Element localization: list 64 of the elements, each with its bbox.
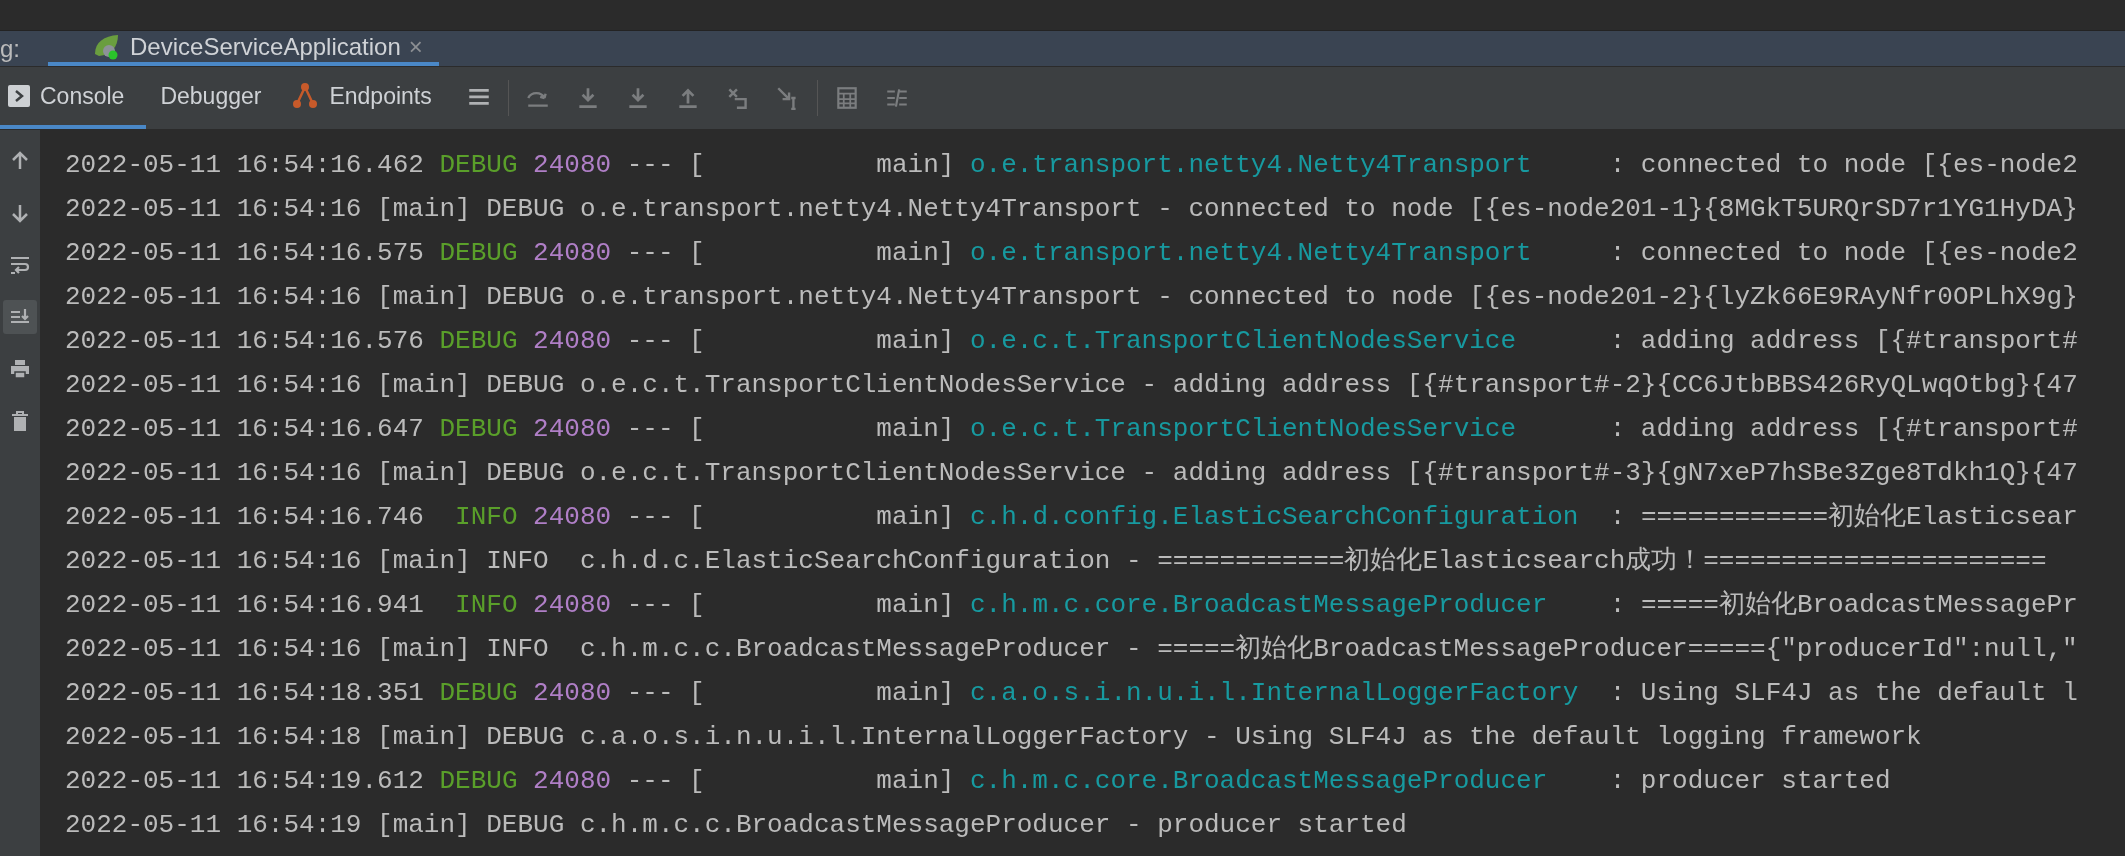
tool-tab[interactable]: Debugger [146, 67, 284, 129]
process-id: 24080 [533, 237, 612, 270]
log-level: INFO [455, 501, 518, 534]
log-text: 2022-05-11 16:54:18 [main] DEBUG c.a.o.s.i.n.u.i.l.InternalLoggerFactory - Using SLF4J as the default logging framework [65, 721, 1922, 754]
log-text: 2022-05-11 16:54:16 [main] DEBUG o.e.transport.netty4.Netty4Transport - connected to node [{es-node201-1}{8MGkT5URQrSD7r1YG1HyDA} [65, 193, 2078, 226]
log-text: : connected to node [{es-node2 [1608, 237, 2078, 270]
process-id: 24080 [533, 589, 612, 622]
log-text: : adding address [{#transport# [1608, 325, 2078, 358]
panel-label: g: [0, 34, 21, 63]
endpoints-icon [291, 82, 320, 110]
logger-name: o.e.transport.netty4.Netty4Transport [969, 237, 1532, 270]
log-level: INFO [455, 589, 518, 622]
log-text: 2022-05-11 16:54:16.575 [65, 237, 425, 270]
log-text: : adding address [{#transport# [1608, 413, 2078, 446]
scroll-end-button[interactable] [3, 300, 37, 334]
log-text: : connected to node [{es-node2 [1608, 149, 2078, 182]
log-text: 2022-05-11 16:54:19.612 [65, 765, 425, 798]
log-text: 2022-05-11 16:54:16.647 [65, 413, 425, 446]
logger-name: o.e.c.t.TransportClientNodesService [969, 413, 1517, 446]
logger-name: o.e.transport.netty4.Netty4Transport [969, 149, 1532, 182]
log-text: 2022-05-11 16:54:16 [main] DEBUG o.e.c.t.TransportClientNodesService - adding address [{#transport#-3}{gN7xeP7hSBe3Zge8Tdkh1Q}{47 [65, 457, 2078, 490]
logger-name: o.e.c.t.TransportClientNodesService [969, 325, 1517, 358]
process-id: 24080 [533, 413, 612, 446]
log-level: DEBUG [439, 413, 518, 446]
print-icon [8, 357, 32, 381]
process-id: 24080 [533, 149, 612, 182]
tool-tab[interactable]: Console [0, 67, 147, 129]
log-text: 2022-05-11 16:54:16.462 [65, 149, 425, 182]
logger-name: c.a.o.s.i.n.u.i.l.InternalLoggerFactory [969, 677, 1579, 710]
log-text: 2022-05-11 16:54:16.576 [65, 325, 425, 358]
log-text: 2022-05-11 16:54:18.351 [65, 677, 425, 710]
log-text: 2022-05-11 16:54:16.746 [65, 501, 425, 534]
log-text: --- [ main] [625, 677, 956, 710]
logger-name: c.h.m.c.core.BroadcastMessageProducer [969, 765, 1548, 798]
log-text: 2022-05-11 16:54:16 [main] INFO c.h.m.c.c.BroadcastMessageProducer - =====初始化BroadcastMessageProducer====={"producerId":null," [65, 633, 2078, 666]
log-text: 2022-05-11 16:54:19 [main] DEBUG c.h.m.c.c.BroadcastMessageProducer - producer started [65, 809, 1407, 842]
log-text: 2022-05-11 16:54:16 [main] DEBUG o.e.transport.netty4.Netty4Transport - connected to node [{es-node201-2}{lyZk66E9RAyNfr0OPLhX9g} [65, 281, 2078, 314]
log-level: DEBUG [439, 325, 518, 358]
log-text: --- [ main] [625, 237, 956, 270]
logger-name: c.h.m.c.core.BroadcastMessageProducer [969, 589, 1548, 622]
log-text: : Using SLF4J as the default l [1608, 677, 2078, 710]
process-id: 24080 [533, 765, 612, 798]
log-text: : producer started [1608, 765, 1891, 798]
log-text: : ============初始化Elasticsear [1608, 501, 2078, 534]
log-text: --- [ main] [625, 325, 956, 358]
tool-tab[interactable]: Endpoints [283, 67, 454, 129]
log-text: --- [ main] [625, 589, 956, 622]
log-text: : =====初始化BroadcastMessagePr [1608, 589, 2078, 622]
log-text: 2022-05-11 16:54:16 [main] DEBUG o.e.c.t.TransportClientNodesService - adding address [{#transport#-2}{CC6JtbBBS426RyQLwqOtbg}{47 [65, 369, 2078, 402]
process-id: 24080 [533, 325, 612, 358]
log-level: DEBUG [439, 765, 518, 798]
log-text: 2022-05-11 16:54:16.941 [65, 589, 425, 622]
log-text: --- [ main] [625, 149, 956, 182]
logger-name: c.h.d.config.ElasticSearchConfiguration [969, 501, 1579, 534]
process-id: 24080 [533, 501, 612, 534]
log-text: --- [ main] [625, 501, 956, 534]
log-text: --- [ main] [625, 413, 956, 446]
log-level: DEBUG [439, 237, 518, 270]
log-text: --- [ main] [625, 765, 956, 798]
console-icon [8, 85, 30, 107]
log-text: 2022-05-11 16:54:16 [main] INFO c.h.d.c.ElasticSearchConfiguration - ============初始化Elasticsearch成功！====================== [65, 545, 2047, 578]
log-level: DEBUG [439, 677, 518, 710]
log-level: DEBUG [439, 149, 518, 182]
process-id: 24080 [533, 677, 612, 710]
